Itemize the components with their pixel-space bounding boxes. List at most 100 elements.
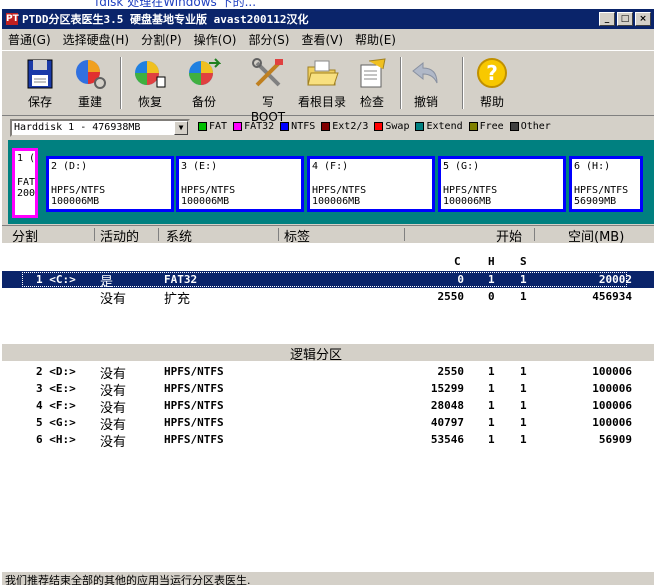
view-root-button[interactable]: 看根目录: [296, 55, 348, 110]
row-s: 1: [520, 365, 527, 378]
col-header-start[interactable]: 开始: [496, 226, 522, 245]
col-header-active[interactable]: 活动的: [100, 226, 139, 245]
row-h: 1: [488, 433, 495, 446]
col-header-space[interactable]: 空间(MB): [568, 226, 624, 245]
legend-label: FAT: [209, 121, 228, 132]
legend-label: Extend: [426, 121, 463, 132]
list-header: 分割 活动的 系统 标签 开始 空间(MB): [2, 226, 654, 245]
row-c: 15299: [430, 382, 464, 395]
row-s: 1: [520, 273, 527, 286]
backup-button[interactable]: 备份: [184, 55, 224, 110]
row-space: 100006: [592, 416, 632, 429]
subheader-s: S: [520, 255, 527, 268]
legend-label: NTFS: [291, 121, 316, 132]
status-text: 我们推荐结束全部的其他的应用当运行分区表医生.: [5, 574, 251, 585]
legend-item: Free: [468, 121, 504, 132]
close-button[interactable]: ×: [635, 12, 651, 26]
row-s: 1: [520, 433, 527, 446]
row-system: FAT32: [164, 273, 198, 286]
rebuild-disk-icon: [73, 57, 107, 91]
row-id: 4 <F:>: [36, 399, 76, 412]
table-row[interactable]: 6 <H:> 没有 HPFS/NTFS 53546 1 1 56909: [2, 431, 654, 450]
disk-map-partition-1[interactable]: 1 ( FAT3 2000: [12, 148, 38, 218]
menu-view[interactable]: 查看(V): [295, 31, 349, 48]
row-space: 100006: [592, 365, 632, 378]
write-boot-button[interactable]: 写BOOT: [246, 55, 290, 124]
disk-map-partition-4[interactable]: 4 (F:) HPFS/NTFS 100006MB: [307, 156, 435, 212]
check-button[interactable]: 检查: [352, 55, 392, 110]
rebuild-label: 重建: [77, 95, 102, 109]
disk-map-partition-6[interactable]: 6 (H:) HPFS/NTFS 56909MB: [569, 156, 643, 212]
row-c: 2550: [437, 365, 465, 378]
disk-map-partition-2[interactable]: 2 (D:) HPFS/NTFS 100006MB: [46, 156, 174, 212]
undo-button[interactable]: 撤销: [406, 55, 446, 110]
toolbar-separator: [400, 57, 402, 109]
restore-button[interactable]: 恢复: [130, 55, 170, 110]
disk-select[interactable]: Harddisk 1 - 476938MB ▼: [10, 119, 190, 137]
help-button[interactable]: ? 帮助: [472, 55, 512, 110]
backup-label: 备份: [191, 95, 216, 109]
window-title: PTDD分区表医生3.5 硬盘基地专业版 avast200112汉化: [22, 13, 309, 26]
disk-map-partition-5[interactable]: 5 (G:) HPFS/NTFS 100006MB: [438, 156, 566, 212]
legend-swatch-icon: [415, 122, 425, 131]
header-divider: [158, 228, 159, 241]
menu-select-disk[interactable]: 选择硬盘(H): [57, 31, 135, 48]
undo-label: 撤销: [413, 95, 438, 109]
check-document-icon: [355, 57, 389, 91]
table-row[interactable]: 5 <G:> 没有 HPFS/NTFS 40797 1 1 100006: [2, 414, 654, 433]
row-h: 1: [488, 399, 495, 412]
row-s: 1: [520, 416, 527, 429]
table-row[interactable]: 2 <D:> 没有 HPFS/NTFS 2550 1 1 100006: [2, 363, 654, 382]
backup-pie-icon: [187, 57, 222, 91]
menu-general[interactable]: 普通(G): [2, 31, 57, 48]
tools-icon: [251, 57, 285, 91]
menu-section[interactable]: 部分(S): [242, 31, 295, 48]
row-h: 1: [488, 416, 495, 429]
minimize-button[interactable]: _: [599, 12, 615, 26]
background-page-text: fdisk 处理在Windows 下的...: [95, 0, 257, 9]
toolbar: 保存 重建 恢复 备份 写BOOT 看根目录 检查 撤销 ? 帮助: [2, 50, 654, 124]
row-c: 0: [457, 273, 464, 286]
legend-label: Free: [479, 121, 504, 132]
row-h: 0: [488, 290, 495, 303]
folder-icon: [305, 57, 339, 91]
menu-partition[interactable]: 分割(P): [135, 31, 188, 48]
row-space: 100006: [592, 399, 632, 412]
disk-map-partition-3[interactable]: 3 (E:) HPFS/NTFS 100006MB: [176, 156, 304, 212]
legend-label: Ext2/3: [332, 121, 369, 132]
legend-label: Other: [520, 121, 551, 132]
row-id: 5 <G:>: [36, 416, 76, 429]
rebuild-button[interactable]: 重建: [70, 55, 110, 110]
row-active: 没有: [100, 292, 127, 307]
row-c: 40797: [430, 416, 464, 429]
table-row[interactable]: 1 <C:> 是 FAT32 0 1 1 20002: [2, 271, 654, 290]
legend-swatch-icon: [321, 122, 331, 131]
menu-operation[interactable]: 操作(O): [188, 31, 243, 48]
table-row[interactable]: 没有 扩充 2550 0 1 456934: [2, 288, 654, 307]
table-row[interactable]: 4 <F:> 没有 HPFS/NTFS 28048 1 1 100006: [2, 397, 654, 416]
row-space: 56909: [598, 433, 632, 446]
legend-item: NTFS: [280, 121, 315, 132]
legend-swatch-icon: [468, 122, 478, 131]
row-active: 没有: [100, 435, 127, 450]
col-header-label[interactable]: 标签: [284, 226, 310, 245]
subheader-c: C: [454, 255, 461, 268]
row-c: 2550: [437, 290, 465, 303]
menu-help[interactable]: 帮助(E): [349, 31, 402, 48]
row-h: 1: [488, 365, 495, 378]
row-s: 1: [520, 290, 527, 303]
legend-item: Other: [509, 121, 551, 132]
table-row[interactable]: 3 <E:> 没有 HPFS/NTFS 15299 1 1 100006: [2, 380, 654, 399]
save-button[interactable]: 保存: [20, 55, 60, 110]
maximize-button[interactable]: □: [617, 12, 633, 26]
chevron-down-icon[interactable]: ▼: [174, 121, 188, 135]
col-header-partition[interactable]: 分割: [12, 226, 38, 245]
logical-partitions-title: 逻辑分区: [290, 348, 343, 363]
row-system: HPFS/NTFS: [164, 382, 224, 395]
header-divider: [278, 228, 279, 241]
legend-item: FAT: [198, 121, 227, 132]
col-header-system[interactable]: 系统: [166, 226, 192, 245]
title-bar[interactable]: PT PTDD分区表医生3.5 硬盘基地专业版 avast200112汉化 _ …: [2, 9, 654, 29]
app-icon[interactable]: PT: [6, 13, 19, 25]
row-id: 1 <C:>: [36, 273, 76, 286]
